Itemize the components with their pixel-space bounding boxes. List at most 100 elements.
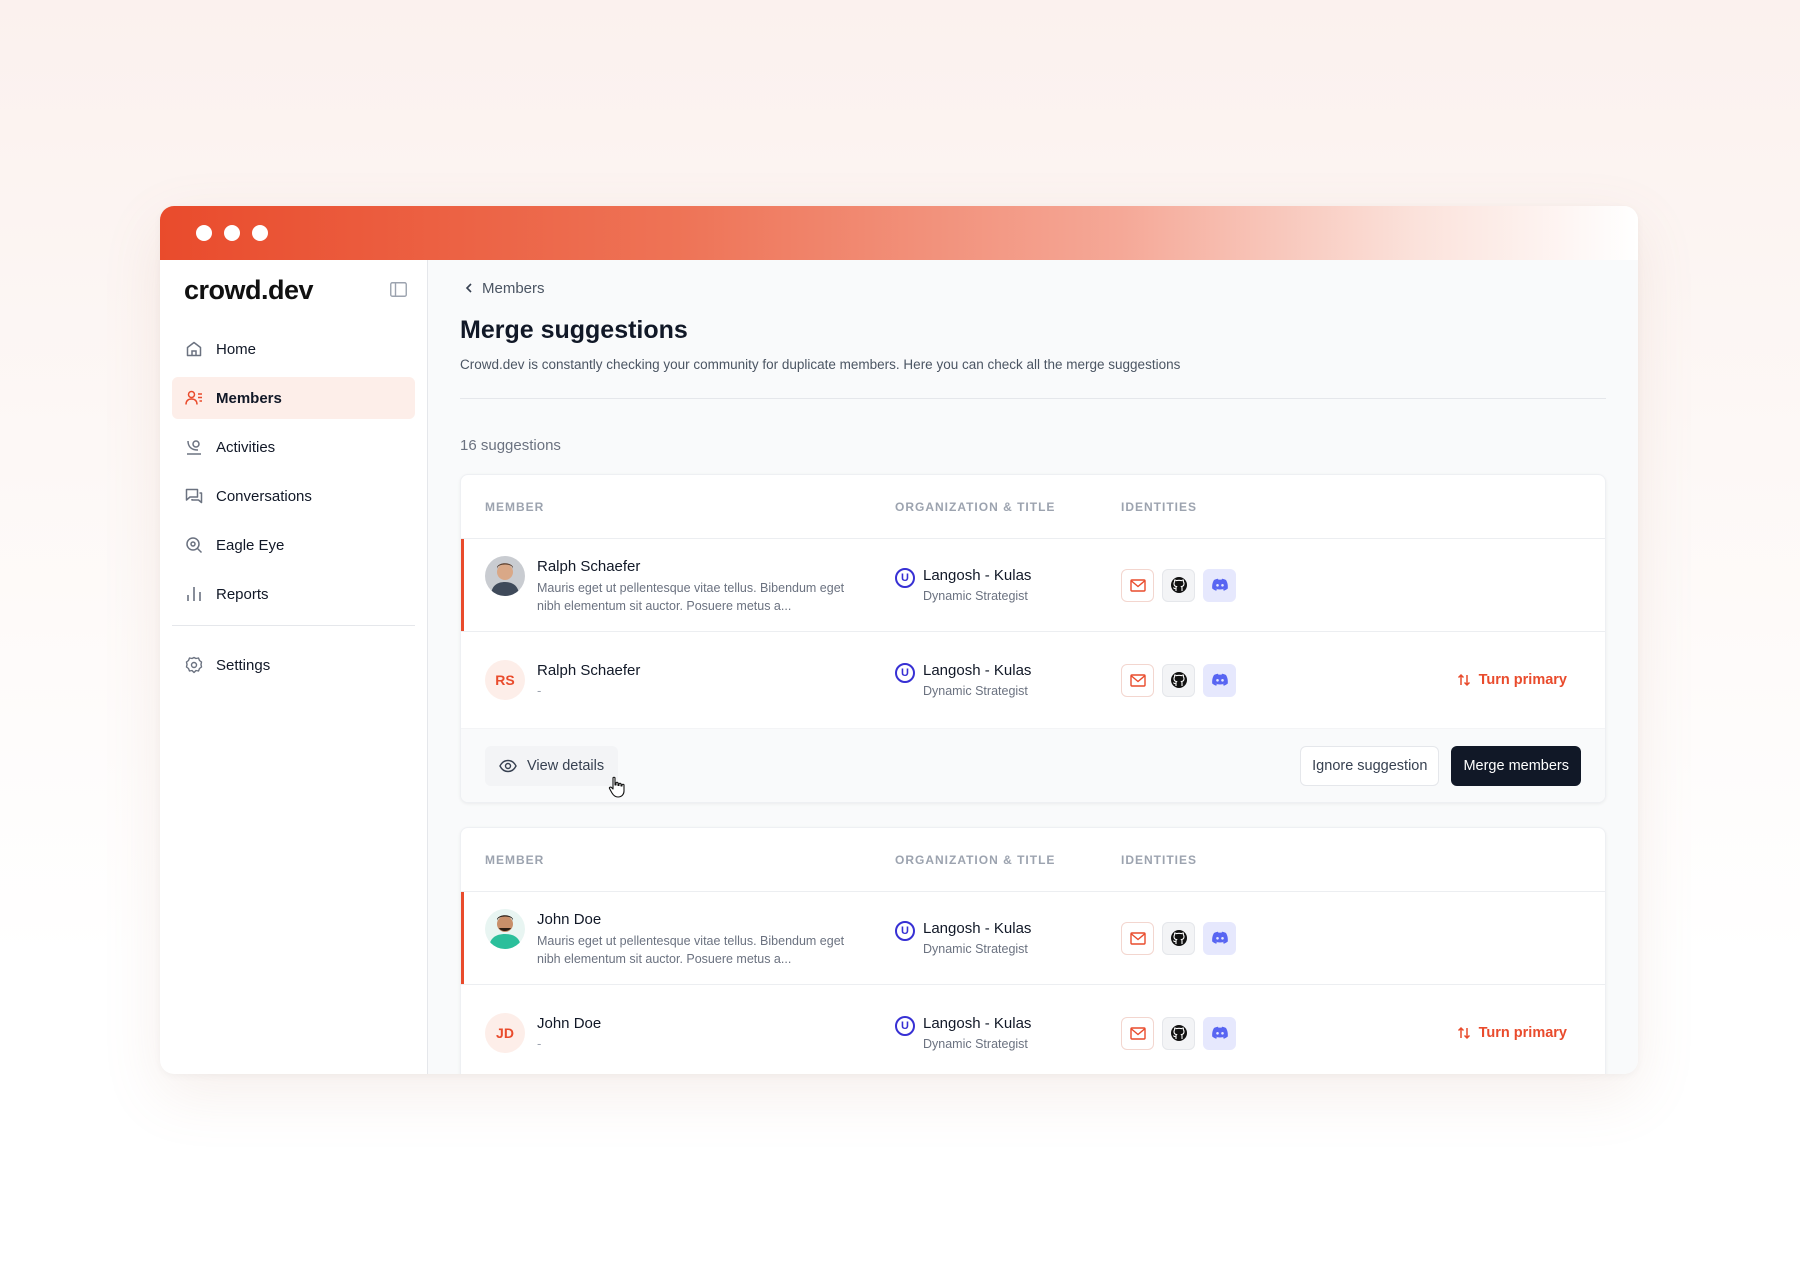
table-row-secondary-member[interactable]: JD John Doe - U Langosh - Kulas Dynamic … (461, 985, 1605, 1074)
sidebar-item-label: Settings (216, 656, 271, 674)
discord-identity-icon[interactable] (1203, 1016, 1236, 1050)
member-title: Dynamic Strategist (923, 589, 1028, 603)
turn-primary-label: Turn primary (1478, 1025, 1567, 1041)
email-identity-icon[interactable] (1121, 921, 1154, 955)
organization-name: Langosh - Kulas (923, 920, 1032, 937)
avatar: JD (485, 1013, 525, 1053)
ignore-suggestion-button[interactable]: Ignore suggestion (1300, 745, 1440, 786)
organization-logo: U (895, 921, 915, 941)
app-window: crowd.dev Home Members Activities Conver… (160, 206, 1638, 1074)
merge-members-button[interactable]: Merge members (1451, 745, 1581, 786)
table-row-secondary-member[interactable]: RS Ralph Schaefer - U Langosh - Kulas Dy… (461, 632, 1605, 728)
member-bio: Mauris eget ut pellentesque vitae tellus… (537, 580, 845, 613)
sidebar-collapse-icon[interactable] (390, 282, 407, 302)
github-identity-icon[interactable] (1162, 568, 1195, 602)
organization-name: Langosh - Kulas (923, 662, 1032, 679)
member-bio: - (537, 683, 542, 698)
avatar (485, 908, 525, 949)
column-header-member: MEMBER (485, 499, 545, 514)
organization-logo: U (895, 663, 915, 683)
github-identity-icon[interactable] (1162, 663, 1195, 697)
discord-identity-icon[interactable] (1203, 921, 1236, 955)
github-identity-icon[interactable] (1162, 921, 1195, 955)
email-identity-icon[interactable] (1121, 1016, 1154, 1050)
chevron-left-icon (465, 283, 472, 293)
organization-name: Langosh - Kulas (923, 1015, 1032, 1032)
member-name[interactable]: John Doe (537, 1015, 601, 1032)
member-title: Dynamic Strategist (923, 1037, 1028, 1051)
discord-identity-icon[interactable] (1203, 663, 1236, 697)
column-header-identities: IDENTITIES (1121, 499, 1198, 514)
sidebar-item-label: Members (216, 389, 282, 407)
header-divider (460, 398, 1606, 399)
sidebar-item-eagle-eye[interactable]: Eagle Eye (172, 524, 415, 566)
table-header: MEMBER ORGANIZATION & TITLE IDENTITIES (461, 828, 1605, 892)
sidebar-item-label: Activities (216, 438, 276, 456)
sidebar-item-conversations[interactable]: Conversations (172, 475, 415, 517)
organization-name: Langosh - Kulas (923, 567, 1032, 584)
conversations-icon (185, 488, 203, 504)
swap-arrows-icon (1457, 1026, 1470, 1040)
column-header-org: ORGANIZATION & TITLE (895, 852, 1056, 867)
sidebar-item-label: Reports (216, 585, 269, 603)
table-row-primary-member[interactable]: John Doe Mauris eget ut pellentesque vit… (461, 892, 1605, 985)
member-title: Dynamic Strategist (923, 942, 1028, 956)
breadcrumb[interactable]: Members (460, 278, 1606, 298)
sidebar-item-label: Conversations (216, 487, 312, 505)
page-title: Merge suggestions (460, 316, 688, 344)
turn-primary-button[interactable]: Turn primary (1457, 672, 1567, 688)
turn-primary-button[interactable]: Turn primary (1457, 1025, 1567, 1041)
member-bio: Mauris eget ut pellentesque vitae tellus… (537, 933, 845, 966)
sidebar-item-reports[interactable]: Reports (172, 573, 415, 615)
eye-icon (499, 759, 517, 772)
home-icon (186, 341, 202, 357)
member-title: Dynamic Strategist (923, 684, 1028, 698)
column-header-identities: IDENTITIES (1121, 852, 1198, 867)
member-bio: - (537, 1036, 542, 1051)
turn-primary-label: Turn primary (1478, 672, 1567, 688)
sidebar-item-activities[interactable]: Activities (172, 426, 415, 468)
sidebar-item-members[interactable]: Members (172, 377, 415, 419)
hand-cursor-icon (608, 776, 625, 798)
window-titlebar (160, 206, 1638, 260)
breadcrumb-members-link[interactable]: Members (482, 280, 545, 297)
eagle-eye-icon (186, 537, 203, 554)
table-row-primary-member[interactable]: Ralph Schaefer Mauris eget ut pellentesq… (461, 539, 1605, 632)
email-identity-icon[interactable] (1121, 568, 1154, 602)
email-identity-icon[interactable] (1121, 663, 1154, 697)
card-footer: View details Ignore suggestion Merge mem… (461, 728, 1605, 802)
page-description: Crowd.dev is constantly checking your co… (460, 357, 1181, 372)
discord-identity-icon[interactable] (1203, 568, 1236, 602)
suggestions-count: 16 suggestions (460, 437, 561, 454)
github-identity-icon[interactable] (1162, 1016, 1195, 1050)
member-name[interactable]: John Doe (537, 911, 867, 928)
sidebar-item-label: Eagle Eye (216, 536, 285, 554)
view-details-button[interactable]: View details (485, 745, 619, 786)
column-header-org: ORGANIZATION & TITLE (895, 499, 1056, 514)
reports-icon (187, 587, 201, 601)
sidebar-divider (172, 625, 415, 626)
sidebar-item-home[interactable]: Home (172, 328, 415, 370)
organization-logo: U (895, 568, 915, 588)
members-icon (185, 390, 202, 405)
window-minimize-dot[interactable] (224, 225, 240, 241)
avatar (485, 555, 525, 596)
sidebar-nav: Home Members Activities Conversations Ea… (172, 328, 415, 686)
window-maximize-dot[interactable] (252, 225, 268, 241)
swap-arrows-icon (1457, 673, 1470, 687)
app-logo[interactable]: crowd.dev (172, 270, 415, 310)
merge-suggestion-card: MEMBER ORGANIZATION & TITLE IDENTITIES J… (460, 827, 1606, 1074)
member-name[interactable]: Ralph Schaefer (537, 662, 640, 679)
activities-icon (187, 440, 201, 455)
column-header-member: MEMBER (485, 852, 545, 867)
table-header: MEMBER ORGANIZATION & TITLE IDENTITIES (461, 475, 1605, 539)
sidebar: crowd.dev Home Members Activities Conver… (160, 260, 428, 1074)
window-close-dot[interactable] (196, 225, 212, 241)
gear-icon (185, 656, 203, 674)
merge-suggestion-card: MEMBER ORGANIZATION & TITLE IDENTITIES R… (460, 474, 1606, 803)
sidebar-item-label: Home (216, 340, 257, 358)
member-name[interactable]: Ralph Schaefer (537, 558, 867, 575)
sidebar-item-settings[interactable]: Settings (172, 644, 415, 686)
view-details-label: View details (527, 757, 605, 774)
avatar: RS (485, 660, 525, 700)
